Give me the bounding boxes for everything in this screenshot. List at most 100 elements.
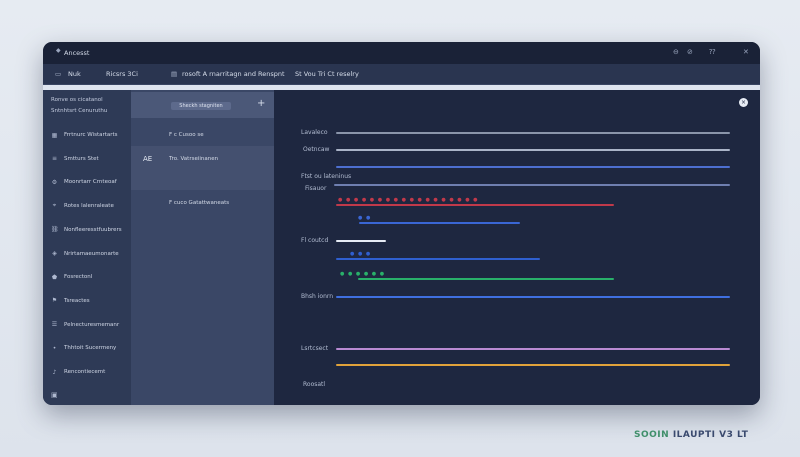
tag-icon: ⬟: [51, 273, 58, 281]
track-label: Bhsh ionrn: [301, 293, 334, 300]
keyframe-markers[interactable]: ● ● ●: [350, 251, 371, 257]
track-label: Lavaleco: [301, 129, 328, 136]
sidebar-item-label: Tsreactes: [64, 297, 90, 304]
sidebar-header-line1: Ronve os cicatanol: [51, 97, 103, 103]
timeline-track[interactable]: ● ● ●: [274, 251, 760, 264]
sidebar: Ronve os cicatanol Sntnhtsrt Cenuruthu ▦…: [43, 90, 132, 405]
sidebar-item[interactable]: ▦ Frrtnurc Wistartarts: [51, 129, 118, 141]
timeline-track[interactable]: Ftst ou lateninus: [274, 172, 760, 186]
list-item-label: F cuco Gatattwaneats: [169, 200, 230, 206]
track-bar[interactable]: [336, 348, 730, 350]
sidebar-item[interactable]: ⬟ Fosrectonl: [51, 271, 92, 283]
toolbar-item-nuk[interactable]: Nuk: [68, 70, 81, 78]
keyframe-markers[interactable]: ● ● ● ● ● ●: [340, 271, 385, 277]
bell-icon: ♪: [52, 368, 57, 376]
sidebar-item-label: Moonrtarr Crnteoaf: [64, 179, 117, 186]
sidebar-item[interactable]: ♪ Rencontiecemt: [51, 366, 106, 378]
sidebar-item[interactable]: ⛓ Nonfleeresstfuubrers: [51, 224, 122, 236]
restore-control-icon[interactable]: ⁇: [709, 48, 715, 56]
link-icon: ⛓: [51, 226, 59, 234]
title-bar: ◆ Ancesst ⊖ ⊘ ⁇ ✕: [43, 42, 760, 64]
timeline-track[interactable]: Oetncaw: [274, 145, 760, 155]
window-title: Ancesst: [64, 49, 90, 57]
dot-icon: •: [52, 344, 57, 352]
search-input[interactable]: Sheckh stagniten: [171, 102, 231, 110]
close-window-icon[interactable]: ✕: [743, 48, 749, 56]
file-icon[interactable]: ▤: [171, 70, 177, 78]
list-item[interactable]: F c Cusoo se: [131, 130, 274, 142]
timeline-editor: × Lavaleco Oetncaw Ftst ou lateninus Fisauo…: [274, 90, 760, 405]
sidebar-item[interactable]: ⚙ Moonrtarr Crnteoaf: [51, 176, 117, 188]
timeline-track[interactable]: Bhsh ionrn: [274, 292, 760, 302]
keyframe-markers[interactable]: ● ● ● ● ● ● ● ● ● ● ● ● ● ● ● ● ● ●: [338, 197, 479, 203]
toolbar: ▭ Nuk Ricsrs 3Ci ▤ rosoft A rnarritagn a…: [43, 64, 760, 85]
list-panel: Sheckh stagniten + F c Cusoo se AE Tro. …: [131, 90, 274, 405]
sidebar-item[interactable]: ◈ Nrirtamaeumonarte: [51, 248, 119, 260]
timeline-track[interactable]: Fl coutcd: [274, 236, 760, 246]
track-bar[interactable]: [336, 296, 730, 298]
timeline-track[interactable]: ● ● ● ● ● ● ● ● ● ● ● ● ● ● ● ● ● ●: [274, 197, 760, 210]
track-bar[interactable]: [359, 222, 520, 224]
list-item[interactable]: F cuco Gatattwaneats: [131, 198, 274, 210]
diamond-icon: ◆: [56, 47, 61, 54]
track-label: Ftst ou lateninus: [301, 173, 352, 180]
track-bar[interactable]: [336, 240, 386, 242]
track-bar[interactable]: [336, 204, 614, 206]
gear-icon: ⚙: [51, 178, 58, 186]
add-button[interactable]: +: [257, 98, 265, 109]
timeline-track[interactable]: [274, 360, 760, 370]
sidebar-item-label: Nonfleeresstfuubrers: [64, 226, 122, 233]
sidebar-item[interactable]: ≡ Smtturs Stet: [51, 153, 99, 165]
brand-watermark: SOOIN ILAUPTI V3 LT: [634, 430, 748, 440]
timeline-track[interactable]: ● ● ● ● ● ●: [274, 271, 760, 284]
close-icon[interactable]: ×: [739, 98, 748, 107]
sidebar-item[interactable]: ☰ Pelnecturesmemanr: [51, 319, 119, 331]
timeline-track[interactable]: Fisauor: [274, 184, 760, 194]
sidebar-toggle-icon[interactable]: ▣: [51, 391, 58, 399]
list-item-label: F c Cusoo se: [169, 132, 204, 138]
pin-icon: ⌖: [52, 202, 57, 210]
track-label: Lsrtcsect: [301, 345, 329, 352]
settings-control-icon[interactable]: ⊖: [673, 48, 679, 56]
sidebar-item[interactable]: ⌖ Rotes lalenraleate: [51, 200, 114, 212]
list-item-selected[interactable]: AE Tro. Vatrseiinanen: [131, 146, 274, 190]
track-label: Fl coutcd: [301, 237, 329, 244]
minimize-control-icon[interactable]: ⊘: [687, 48, 693, 56]
track-bar[interactable]: [336, 166, 730, 168]
track-label: Roosatl: [303, 381, 326, 388]
sidebar-item[interactable]: ⚑ Tsreactes: [51, 295, 90, 307]
list-item-label: Tro. Vatrseiinanen: [169, 156, 219, 162]
toolbar-item-status[interactable]: St Vou Tri Ct reselry: [295, 70, 359, 78]
cube-icon: ◈: [52, 250, 57, 257]
track-bar[interactable]: [358, 278, 614, 280]
timeline-track[interactable]: Roosatl: [274, 380, 760, 390]
timeline-track[interactable]: Lavaleco: [274, 128, 760, 138]
timeline-track[interactable]: [274, 162, 760, 172]
sidebar-item-label: Nrirtamaeumonarte: [64, 250, 119, 257]
watermark-rest: ILAUPTI V3 LT: [672, 430, 749, 440]
panel-icon[interactable]: ▭: [55, 70, 61, 78]
sidebar-item-label: Rotes lalenraleate: [64, 203, 114, 210]
timeline-track[interactable]: ● ●: [274, 215, 760, 228]
sidebar-item[interactable]: • Thhtoit Sucermeny: [51, 342, 117, 354]
keyframe-markers[interactable]: ● ●: [358, 215, 371, 221]
sidebar-header-line2: Sntnhtsrt Cenuruthu: [51, 108, 108, 114]
sidebar-item-label: Pelnecturesmemanr: [64, 321, 120, 328]
stack-icon: ☰: [51, 321, 58, 329]
list-panel-header: Sheckh stagniten +: [131, 92, 274, 118]
timeline-track[interactable]: Lsrtcsect: [274, 344, 760, 354]
sidebar-item-label: Smtturs Stet: [64, 155, 99, 162]
toolbar-item-document[interactable]: rosoft A rnarritagn and Renspnt: [182, 70, 285, 78]
track-bar[interactable]: [336, 132, 730, 134]
track-label: Oetncaw: [303, 146, 330, 153]
track-bar[interactable]: [336, 258, 540, 260]
track-bar[interactable]: [336, 149, 730, 151]
sidebar-item-label: Frrtnurc Wistartarts: [64, 132, 118, 138]
toolbar-item-ricsrs[interactable]: Ricsrs 3Ci: [106, 70, 138, 78]
sidebar-item-label: Rencontiecemt: [64, 369, 106, 375]
app-window: ◆ Ancesst ⊖ ⊘ ⁇ ✕ ▭ Nuk Ricsrs 3Ci ▤ ros…: [43, 42, 760, 405]
flag-icon: ⚑: [51, 297, 58, 305]
track-label: Fisauor: [305, 185, 327, 192]
item-badge: AE: [143, 155, 153, 163]
track-bar[interactable]: [336, 364, 730, 366]
